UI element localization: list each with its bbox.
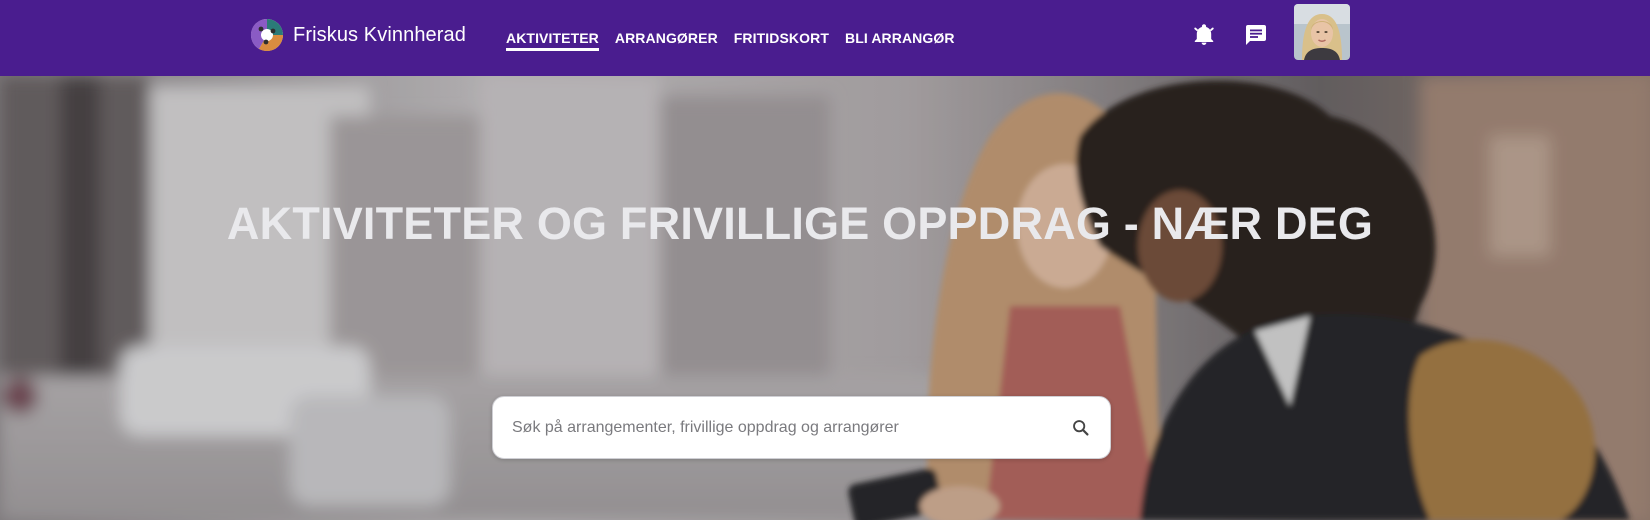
nav-item-arrangorer[interactable]: ARRANGØRER [615, 0, 718, 76]
nav-item-aktiviteter[interactable]: AKTIVITETER [506, 0, 599, 76]
notifications-button[interactable] [1189, 20, 1219, 50]
top-navigation-bar: Friskus Kvinnherad AKTIVITETER ARRANGØRE… [0, 0, 1650, 76]
search-bar [492, 396, 1111, 459]
brand-name: Friskus Kvinnherad [293, 23, 466, 46]
main-nav: AKTIVITETER ARRANGØRER FRITIDSKORT BLI A… [506, 0, 971, 76]
avatar-photo [1294, 4, 1350, 60]
bell-icon [1194, 24, 1214, 45]
hero-title: AKTIVITETER OG FRIVILLIGE OPPDRAG - NÆR … [226, 198, 1374, 249]
search-icon[interactable] [1070, 417, 1092, 439]
messages-button[interactable] [1241, 20, 1271, 50]
search-input[interactable] [512, 397, 1052, 458]
user-avatar[interactable] [1294, 4, 1350, 60]
chat-icon [1246, 25, 1266, 45]
brand-link[interactable]: Friskus Kvinnherad [250, 17, 466, 53]
friskus-logo-icon [250, 18, 284, 52]
nav-item-bli-arrangor[interactable]: BLI ARRANGØR [845, 0, 955, 76]
nav-item-fritidskort[interactable]: FRITIDSKORT [734, 0, 829, 76]
hero-section: AKTIVITETER OG FRIVILLIGE OPPDRAG - NÆR … [0, 76, 1650, 520]
